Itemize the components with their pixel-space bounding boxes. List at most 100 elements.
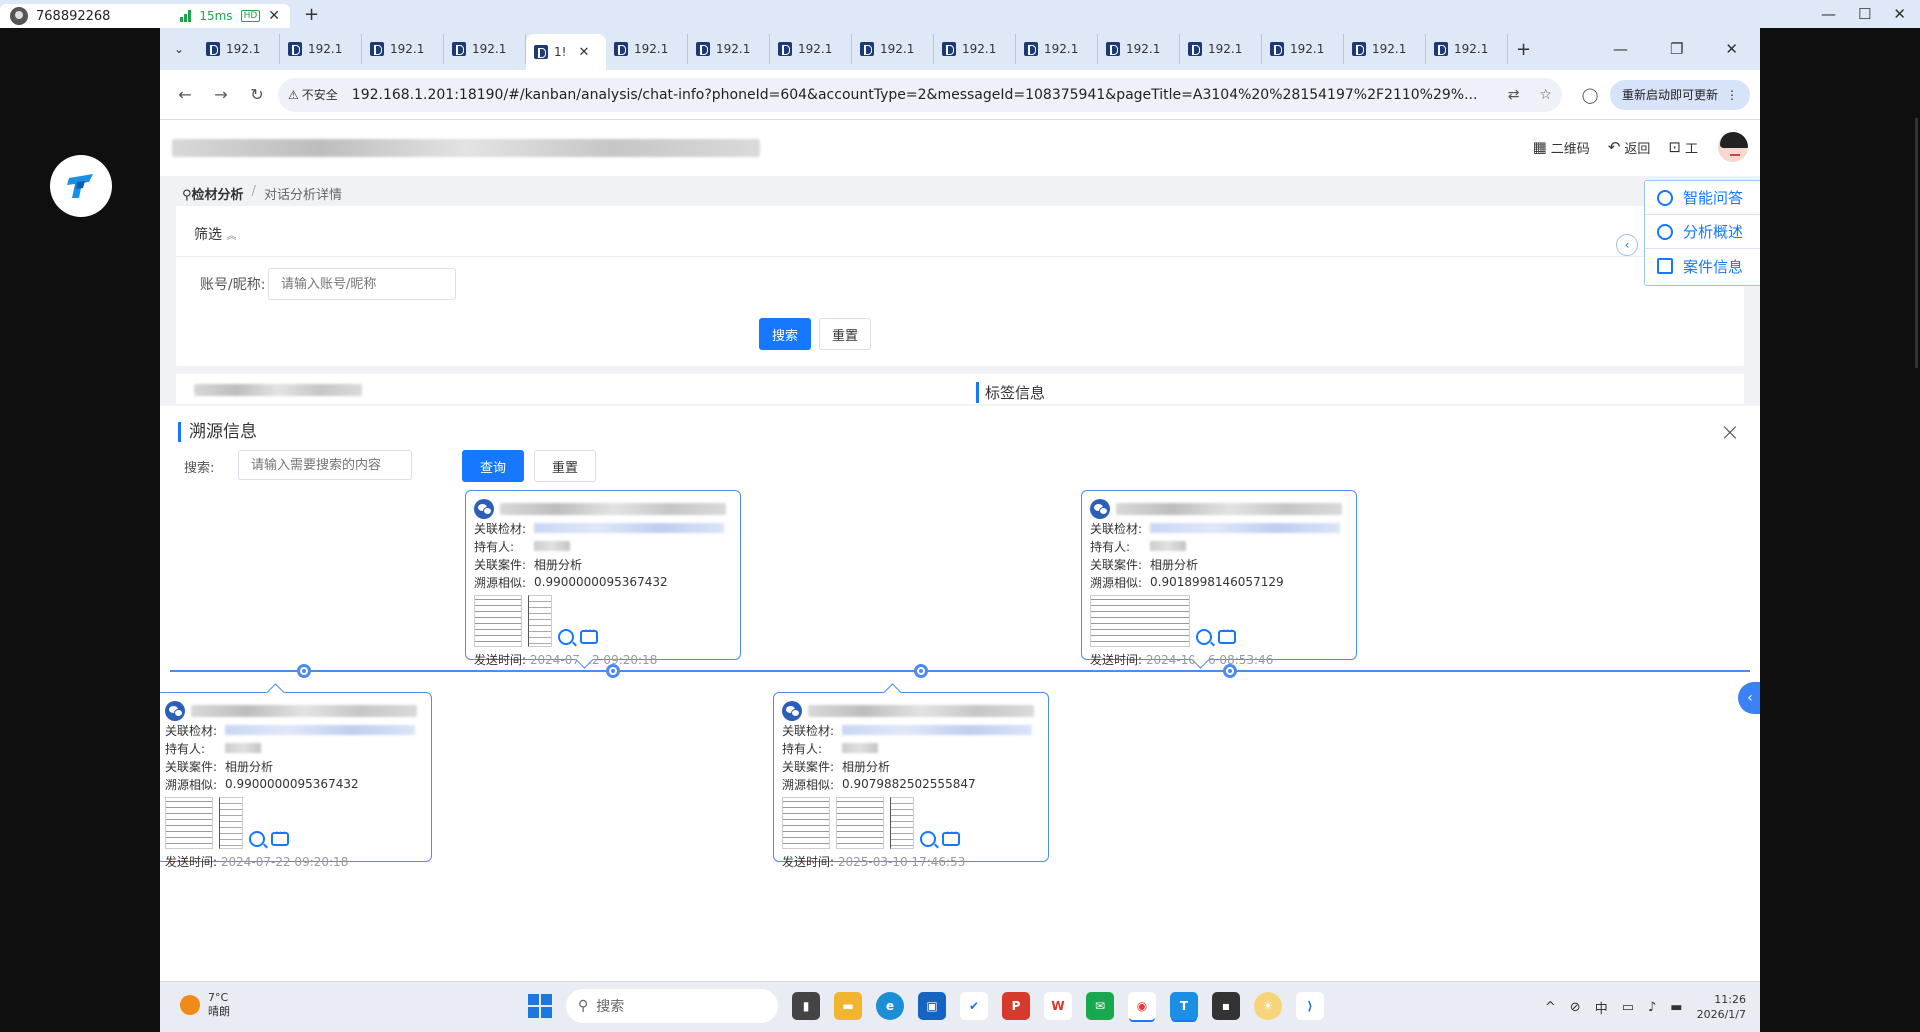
browser-tab[interactable]: 192.1 xyxy=(1098,34,1180,64)
trace-card[interactable]: 关联检材: 持有人: 关联案件: 相册分析 溯源相似: 0.901899814605… xyxy=(1081,490,1357,667)
zoom-in-icon[interactable] xyxy=(920,831,936,847)
browser-tab[interactable]: 192.1 xyxy=(198,34,280,64)
browser-tab[interactable]: 192.1 xyxy=(688,34,770,64)
modal-search-input[interactable] xyxy=(238,450,412,480)
chat-bubble-icon[interactable] xyxy=(1218,626,1236,644)
trace-card[interactable]: 关联检材: 持有人: 关联案件: 相册分析 溯源相似: 0.990000009536… xyxy=(160,692,432,869)
tab-search-icon[interactable]: ⌄ xyxy=(166,36,192,62)
chat-bubble-icon[interactable] xyxy=(580,626,598,644)
browser-close-button[interactable]: ✕ xyxy=(1725,40,1738,58)
remote-restore-button[interactable]: ☐ xyxy=(1858,5,1871,23)
edge-icon[interactable]: e xyxy=(876,992,904,1020)
back-arrow-icon[interactable]: ← xyxy=(170,85,200,104)
browser-tab[interactable]: 192.1 xyxy=(770,34,852,64)
image-thumbnail[interactable] xyxy=(890,797,914,849)
add-session-icon[interactable]: + xyxy=(304,4,319,25)
chevron-up-icon[interactable]: ^ xyxy=(1545,1000,1556,1015)
close-session-icon[interactable]: ✕ xyxy=(268,8,280,24)
hd-badge[interactable]: HD xyxy=(240,10,261,22)
qrcode-button[interactable]: ▦ 二维码 xyxy=(1533,138,1590,157)
browser-tab[interactable]: 192.1 xyxy=(1426,34,1508,64)
timeline-node[interactable] xyxy=(914,664,928,678)
network-icon[interactable]: ▭ xyxy=(1622,1000,1634,1015)
wps-icon[interactable]: W xyxy=(1044,992,1072,1020)
modal-close-icon[interactable]: × xyxy=(1720,418,1740,446)
image-thumbnail[interactable] xyxy=(474,595,522,647)
side-item-qa[interactable]: 智能问答 xyxy=(1645,181,1760,215)
translate-icon[interactable]: ⇄ xyxy=(1508,87,1520,103)
breadcrumb-root[interactable]: ⚲检材分析 xyxy=(182,184,244,203)
cloud-off-icon[interactable]: ⊘ xyxy=(1570,1000,1581,1015)
filter-toggle[interactable]: 筛选 ︽ xyxy=(194,224,236,244)
chat-bubble-icon[interactable] xyxy=(942,828,960,846)
terminal-icon[interactable]: ▪ xyxy=(1212,992,1240,1020)
url-field[interactable]: ⚠ 不安全 192.168.1.201:18190/#/kanban/analys… xyxy=(278,77,1562,112)
modal-reset-button[interactable]: 重置 xyxy=(534,450,596,482)
task-view-icon[interactable]: ▮ xyxy=(792,992,820,1020)
remote-session-tab[interactable]: 768892268 15ms HD ✕ xyxy=(0,4,290,28)
security-warning[interactable]: ⚠ 不安全 xyxy=(288,86,338,103)
url-text[interactable]: 192.168.1.201:18190/#/kanban/analysis/ch… xyxy=(352,87,1488,103)
zoom-in-icon[interactable] xyxy=(249,831,265,847)
close-tab-icon[interactable]: ✕ xyxy=(578,45,589,60)
user-avatar[interactable] xyxy=(1716,130,1750,164)
browser-tab[interactable]: 192.1 xyxy=(1016,34,1098,64)
file-explorer-icon[interactable]: ▬ xyxy=(834,992,862,1020)
weather-widget[interactable]: 7°C 晴朗 xyxy=(180,991,230,1019)
browser-minimize-button[interactable]: — xyxy=(1613,40,1628,58)
browser-tab[interactable]: 192.1 xyxy=(362,34,444,64)
browser-tab[interactable]: 192.1 xyxy=(1180,34,1262,64)
remote-app-icon[interactable]: T xyxy=(1170,992,1198,1020)
tool-button[interactable]: ⊡ 工 xyxy=(1668,138,1698,157)
clock[interactable]: 11:26 2026/1/7 xyxy=(1697,992,1746,1022)
restart-update-button[interactable]: 重新启动即可更新 ⋮ xyxy=(1609,79,1750,110)
chat-bubble-icon[interactable] xyxy=(271,828,289,846)
volume-icon[interactable]: ♪ xyxy=(1648,1000,1656,1015)
image-thumbnail[interactable] xyxy=(165,797,213,849)
browser-tab[interactable]: 192.1 xyxy=(934,34,1016,64)
search-button[interactable]: 搜索 xyxy=(759,318,811,350)
image-thumbnail[interactable] xyxy=(836,797,884,849)
app-logo-icon[interactable] xyxy=(50,155,112,217)
new-tab-button[interactable]: + xyxy=(1516,39,1531,60)
ime-indicator[interactable]: 中 xyxy=(1595,998,1608,1017)
forward-arrow-icon[interactable]: → xyxy=(206,85,236,104)
query-button[interactable]: 查询 xyxy=(462,450,524,482)
zoom-in-icon[interactable] xyxy=(1196,629,1212,645)
profile-icon[interactable]: ◯ xyxy=(1576,81,1604,109)
vscode-icon[interactable]: ⟩ xyxy=(1296,992,1324,1020)
trace-card[interactable]: 关联检材: 持有人: 关联案件: 相册分析 溯源相似: 0.990000009536… xyxy=(465,490,741,667)
trace-card[interactable]: 关联检材: 持有人: 关联案件: 相册分析 溯源相似: 0.907988250255… xyxy=(773,692,1049,869)
expand-panel-icon[interactable]: ‹ xyxy=(1738,682,1760,714)
remote-close-button[interactable]: ✕ xyxy=(1893,5,1906,23)
zoom-in-icon[interactable] xyxy=(558,629,574,645)
store-icon[interactable]: ▣ xyxy=(918,992,946,1020)
reset-button[interactable]: 重置 xyxy=(819,318,871,350)
account-input[interactable] xyxy=(268,268,456,300)
side-item-overview[interactable]: 分析概述 xyxy=(1645,215,1760,249)
browser-tab[interactable]: 192.1 xyxy=(444,34,526,64)
remote-minimize-button[interactable]: — xyxy=(1821,5,1836,23)
app-icon[interactable]: ✔ xyxy=(960,992,988,1020)
pdf-icon[interactable]: P xyxy=(1002,992,1030,1020)
side-item-case[interactable]: 案件信息 xyxy=(1645,249,1760,283)
image-thumbnail[interactable] xyxy=(528,595,552,647)
side-panel-collapse-icon[interactable]: ‹ xyxy=(1616,234,1638,256)
battery-icon[interactable]: ▬ xyxy=(1670,1000,1682,1015)
bookmark-star-icon[interactable]: ☆ xyxy=(1539,87,1552,103)
mail-icon[interactable]: ✉ xyxy=(1086,992,1114,1020)
browser-tab[interactable]: 192.1 xyxy=(1344,34,1426,64)
browser-tab[interactable]: 192.1 xyxy=(280,34,362,64)
image-thumbnail[interactable] xyxy=(1090,595,1190,647)
reload-icon[interactable]: ↻ xyxy=(242,85,272,104)
browser-tab[interactable]: 192.1 xyxy=(852,34,934,64)
back-button[interactable]: ↶ 返回 xyxy=(1608,138,1651,157)
browser-tab[interactable]: 192.1 xyxy=(606,34,688,64)
taskbar-search[interactable]: ⚲ 搜索 xyxy=(566,989,778,1023)
timeline-node[interactable] xyxy=(297,664,311,678)
browser-tab[interactable]: 192.1 xyxy=(1262,34,1344,64)
browser-restore-button[interactable]: ❐ xyxy=(1670,40,1683,58)
weather-app-icon[interactable]: ☀ xyxy=(1254,992,1282,1020)
chrome-icon[interactable]: ◉ xyxy=(1128,992,1156,1020)
image-thumbnail[interactable] xyxy=(219,797,243,849)
